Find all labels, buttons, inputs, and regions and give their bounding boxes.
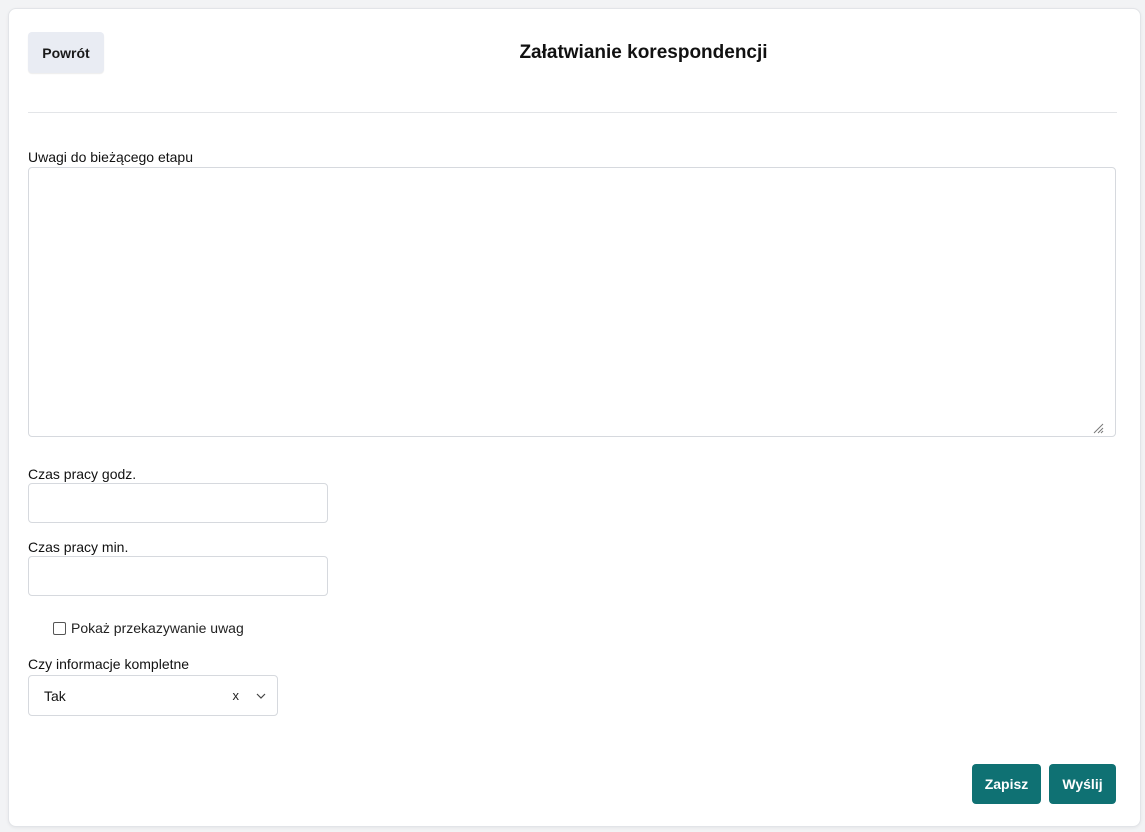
clear-selection-button[interactable]: x xyxy=(233,688,240,703)
show-notes-checkbox[interactable] xyxy=(53,621,66,635)
form-card: Powrót Załatwianie korespondencji Uwagi … xyxy=(8,8,1141,827)
page-title: Załatwianie korespondencji xyxy=(519,42,768,63)
complete-select-value: Tak xyxy=(44,687,66,704)
complete-select[interactable]: Tak x xyxy=(28,675,278,716)
notes-label: Uwagi do bieżącego etapu xyxy=(28,149,194,165)
send-button[interactable]: Wyślij xyxy=(1049,764,1116,804)
show-notes-checkbox-row[interactable]: Pokaż przekazywanie uwag xyxy=(53,620,244,636)
minutes-input[interactable] xyxy=(28,556,328,596)
resize-grip-icon[interactable] xyxy=(1092,422,1104,434)
header-divider xyxy=(28,112,1117,113)
complete-label: Czy informacje kompletne xyxy=(28,656,190,672)
hours-label: Czas pracy godz. xyxy=(28,466,137,482)
show-notes-checkbox-label: Pokaż przekazywanie uwag xyxy=(71,620,244,636)
save-button[interactable]: Zapisz xyxy=(972,764,1041,804)
notes-textarea[interactable] xyxy=(28,167,1116,437)
chevron-down-icon[interactable] xyxy=(255,690,267,702)
minutes-label: Czas pracy min. xyxy=(28,539,129,555)
hours-input[interactable] xyxy=(28,483,328,523)
